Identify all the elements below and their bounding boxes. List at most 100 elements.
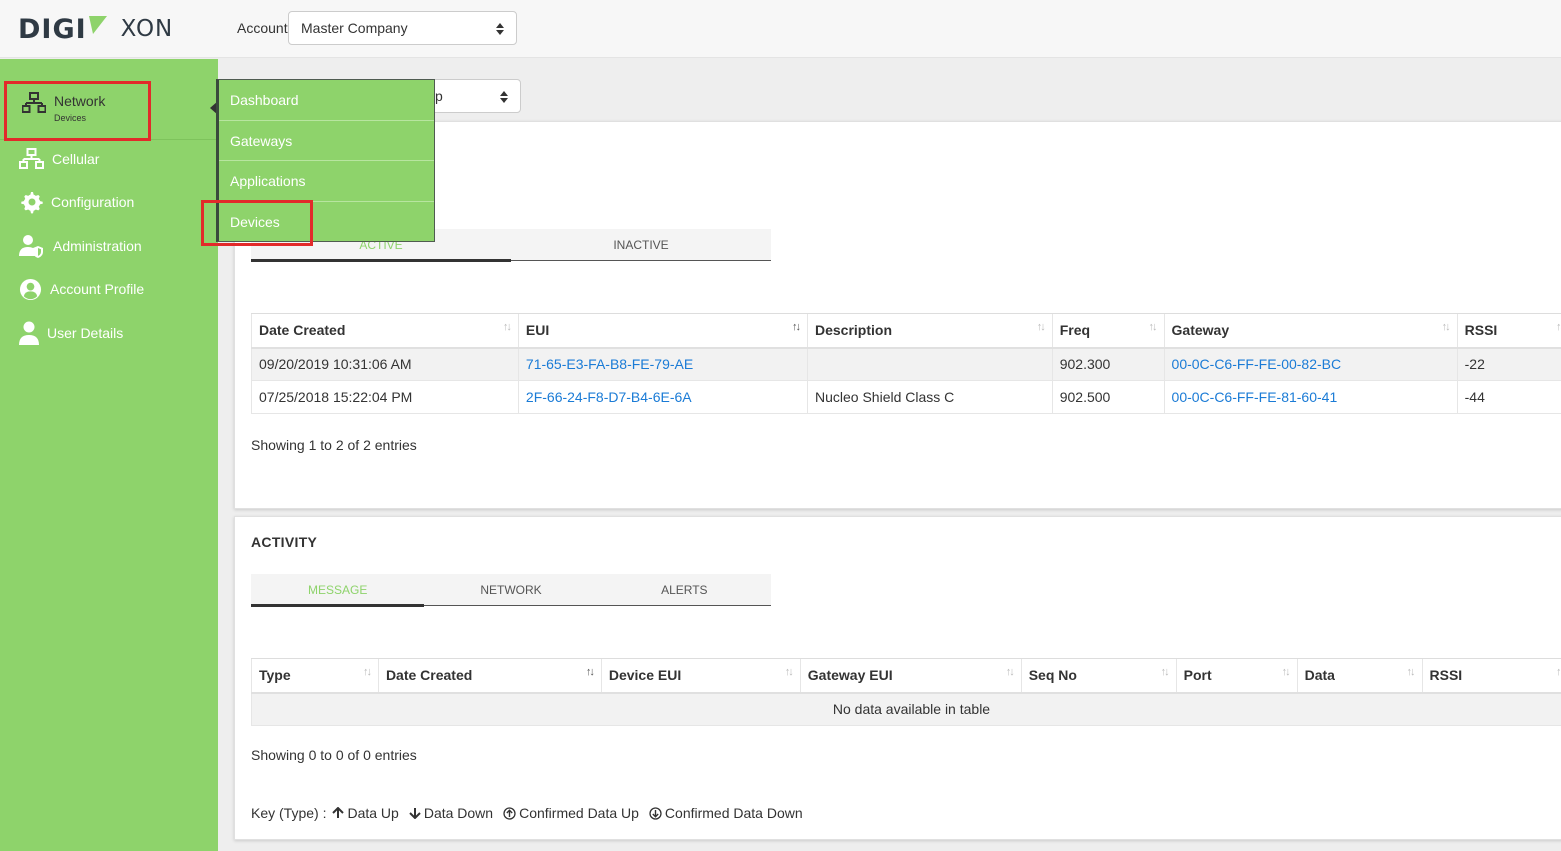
sort-icon: ↑↓ — [1406, 666, 1416, 678]
column-header[interactable]: Description ↑↓ — [806, 313, 1053, 349]
sort-icon: ↑↓ — [1160, 666, 1170, 678]
tab-inactive[interactable]: INACTIVE — [511, 229, 771, 260]
device-filter-select[interactable]: p — [420, 79, 521, 113]
column-header[interactable]: EUI ↑↓ — [517, 313, 808, 349]
type-key-legend: Key (Type) : Data Up Data Down Confirmed… — [251, 805, 803, 821]
cell-date: 09/20/2019 10:31:06 AM — [251, 347, 519, 381]
column-header[interactable]: Data ↑↓ — [1296, 658, 1423, 694]
sort-icon: ↑↓ — [784, 666, 794, 678]
sort-icon: ↑↓ — [1441, 321, 1451, 333]
devices-table: Date Created ↑↓ EUI ↑↓ Description ↑↓ Freq ↑… — [251, 313, 1561, 414]
sidebar-network-label: Network — [54, 93, 106, 109]
cell-freq: 902.300 — [1051, 347, 1165, 381]
menu-item-gateways[interactable]: Gateways — [219, 121, 434, 161]
account-select-value: Master Company — [301, 20, 408, 36]
key-item: Confirmed Data Up — [503, 805, 639, 821]
cell-description — [806, 347, 1053, 381]
sidebar-item-account-profile[interactable]: Account Profile — [0, 269, 218, 309]
menu-item-devices[interactable]: Devices — [219, 202, 434, 243]
activity-tabs: MESSAGE NETWORK ALERTS — [251, 574, 771, 607]
sort-icon: ↑↓ — [1556, 321, 1561, 333]
account-label: Account — [237, 20, 288, 36]
sidebar-item-cellular[interactable]: Cellular — [0, 139, 218, 179]
account-circle-icon — [19, 278, 42, 300]
network-icon — [22, 92, 46, 113]
cell-gateway: 00-0C-C6-FF-FE-81-60-41 — [1163, 380, 1458, 414]
logo-xon-text: XON — [120, 16, 174, 42]
user-icon — [19, 321, 39, 345]
sidebar-item-user-details[interactable]: User Details — [0, 313, 218, 353]
sidebar-item-network[interactable]: Network Devices — [0, 80, 218, 140]
logo-mark-icon — [88, 16, 107, 34]
device-filter-value: p — [435, 88, 443, 104]
cell-gateway: 00-0C-C6-FF-FE-00-82-BC — [1163, 347, 1458, 381]
table-row[interactable]: 09/20/2019 10:31:06 AM 71-65-E3-FA-B8-FE… — [251, 347, 1561, 381]
cell-date: 07/25/2018 15:22:04 PM — [251, 380, 519, 414]
sidebar-item-label: Administration — [53, 238, 142, 254]
sort-icon: ↑↓ — [1036, 321, 1046, 333]
sort-icon: ↑↓ — [1148, 321, 1158, 333]
activity-entries-info: Showing 0 to 0 of 0 entries — [251, 747, 417, 763]
sidebar-item-label: Configuration — [51, 194, 135, 210]
column-header[interactable]: Port ↑↓ — [1175, 658, 1298, 694]
table-row[interactable]: 07/25/2018 15:22:04 PM 2F-66-24-F8-D7-B4… — [251, 380, 1561, 414]
sidebar-item-label: Cellular — [52, 151, 100, 167]
cell-freq: 902.500 — [1051, 380, 1165, 414]
menu-item-dashboard[interactable]: Dashboard — [219, 80, 434, 121]
tab-network[interactable]: NETWORK — [424, 574, 597, 605]
sort-icon: ↑↓ — [502, 321, 512, 333]
key-label: Key (Type) : — [251, 805, 327, 821]
cell-eui: 71-65-E3-FA-B8-FE-79-AE — [517, 347, 808, 381]
column-header[interactable]: Date Created ↑↓ — [251, 313, 519, 349]
sidebar-item-configuration[interactable]: Configuration — [0, 182, 218, 222]
top-bar: DIGI XON Account Master Company — [0, 0, 1561, 58]
sort-icon: ↑↓ — [585, 666, 595, 678]
logo-digi-text: DIGI — [18, 13, 87, 45]
select-caret-icon — [500, 91, 508, 103]
sidebar-network-sublabel: Devices — [54, 113, 87, 123]
gateway-link[interactable]: 00-0C-C6-FF-FE-00-82-BC — [1172, 356, 1342, 372]
key-item: Data Down — [409, 805, 493, 821]
admin-user-icon — [19, 235, 43, 258]
column-header[interactable]: Freq ↑↓ — [1051, 313, 1165, 349]
circle-arrow-down-icon — [649, 806, 662, 820]
digi-xon-logo[interactable]: DIGI XON — [18, 12, 173, 46]
device-eui-link[interactable]: 71-65-E3-FA-B8-FE-79-AE — [526, 356, 693, 372]
tab-message[interactable]: MESSAGE — [251, 574, 425, 607]
arrow-down-icon — [409, 808, 421, 819]
cell-rssi: -44 — [1456, 380, 1561, 414]
key-item: Confirmed Data Down — [649, 805, 803, 821]
column-header[interactable]: Device EUI ↑↓ — [600, 658, 801, 694]
menu-item-applications[interactable]: Applications — [219, 161, 434, 202]
activity-title: ACTIVITY — [251, 534, 318, 550]
tab-alerts[interactable]: ALERTS — [598, 574, 771, 605]
sidebar-item-label: User Details — [47, 325, 124, 341]
column-header[interactable]: RSSI↑↓ — [1456, 313, 1561, 349]
sort-icon: ↑↓ — [1281, 666, 1291, 678]
cell-rssi: -22 — [1456, 347, 1561, 381]
gear-icon — [21, 192, 43, 214]
key-item: Data Up — [332, 805, 399, 821]
sidebar-item-administration[interactable]: Administration — [0, 226, 218, 266]
empty-row: No data available in table — [251, 692, 1561, 726]
select-caret-icon — [496, 23, 504, 35]
column-header[interactable]: Seq No ↑↓ — [1020, 658, 1177, 694]
sidebar-item-label: Account Profile — [50, 281, 145, 297]
column-header[interactable]: Date Created ↑↓ — [377, 658, 602, 694]
column-header[interactable]: Type ↑↓ — [251, 658, 379, 694]
circle-arrow-up-icon — [503, 806, 516, 820]
sort-icon: ↑↓ — [362, 666, 372, 678]
cell-eui: 2F-66-24-F8-D7-B4-6E-6A — [517, 380, 808, 414]
sort-icon: ↑↓ — [1005, 666, 1015, 678]
network-flyout-menu: Dashboard Gateways Applications Devices — [216, 79, 435, 242]
column-header[interactable]: RSSI↑↓ — [1421, 658, 1561, 694]
gateway-link[interactable]: 00-0C-C6-FF-FE-81-60-41 — [1172, 389, 1338, 405]
column-header[interactable]: Gateway EUI ↑↓ — [799, 658, 1022, 694]
arrow-up-icon — [332, 807, 345, 818]
empty-message: No data available in table — [251, 692, 1561, 726]
cell-description: Nucleo Shield Class C — [806, 380, 1053, 414]
devices-entries-info: Showing 1 to 2 of 2 entries — [251, 437, 417, 453]
account-select[interactable]: Master Company — [288, 11, 517, 45]
column-header[interactable]: Gateway ↑↓ — [1163, 313, 1458, 349]
device-eui-link[interactable]: 2F-66-24-F8-D7-B4-6E-6A — [526, 389, 692, 405]
